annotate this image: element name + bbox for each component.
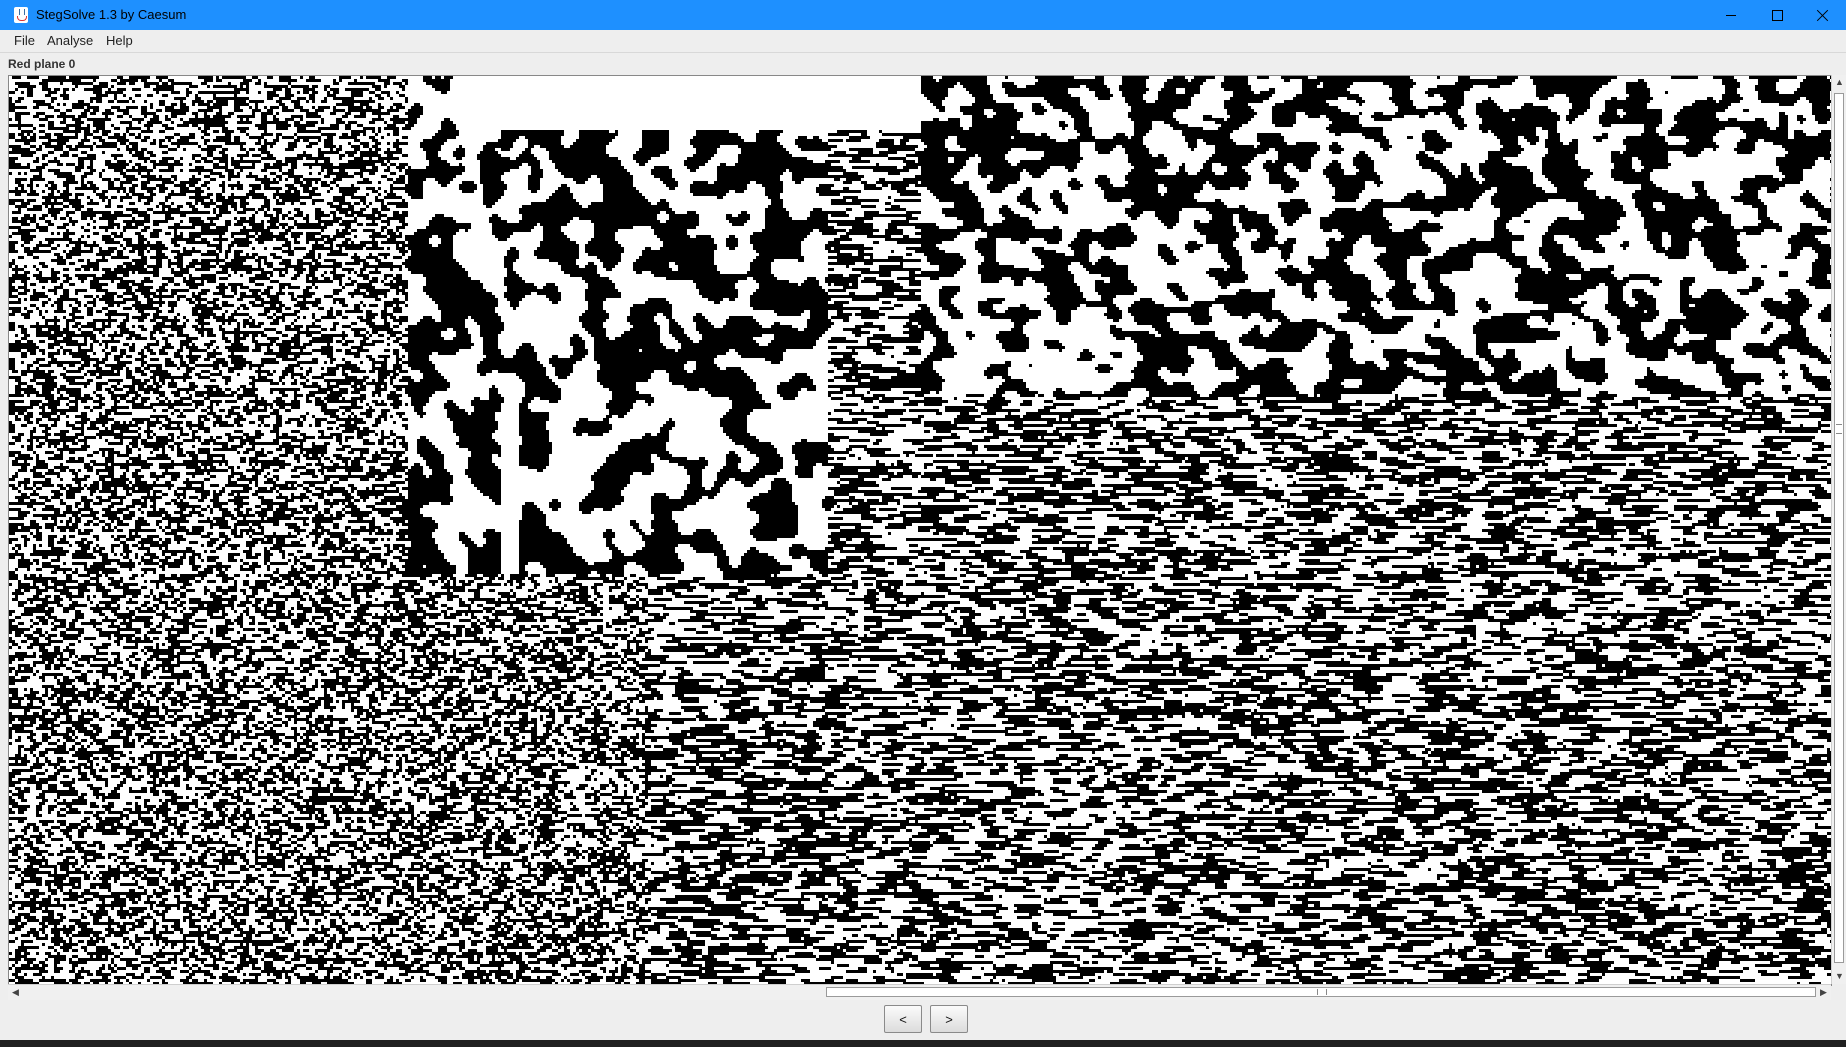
close-icon xyxy=(1817,9,1829,21)
previous-plane-button[interactable]: < xyxy=(884,1005,922,1033)
close-button[interactable] xyxy=(1800,0,1846,30)
title-bar[interactable]: StegSolve 1.3 by Caesum xyxy=(0,0,1846,30)
minimize-icon xyxy=(1726,15,1736,16)
vertical-scroll-thumb[interactable] xyxy=(1834,93,1844,963)
maximize-icon xyxy=(1772,10,1783,21)
scroll-grip-icon xyxy=(1836,424,1842,434)
minimize-button[interactable] xyxy=(1708,0,1754,30)
horizontal-scroll-thumb[interactable] xyxy=(826,987,1816,997)
menu-help[interactable]: Help xyxy=(104,33,135,48)
taskbar-edge xyxy=(0,1040,1846,1047)
stegsolve-window: StegSolve 1.3 by Caesum File Analyse Hel… xyxy=(0,0,1846,1040)
image-viewport[interactable] xyxy=(8,75,1832,986)
bit-plane-image xyxy=(9,76,1831,985)
menu-file[interactable]: File xyxy=(12,33,37,48)
horizontal-scrollbar[interactable]: ◀ ▶ xyxy=(8,984,1831,1000)
maximize-button[interactable] xyxy=(1754,0,1800,30)
steg-app-icon xyxy=(14,7,28,23)
next-plane-button[interactable]: > xyxy=(930,1005,968,1033)
scroll-grip-icon xyxy=(1317,989,1327,995)
navigation-bar: < > xyxy=(0,1000,1846,1040)
vertical-scrollbar[interactable]: ▲ ▼ xyxy=(1831,75,1846,984)
window-title: StegSolve 1.3 by Caesum xyxy=(36,7,187,22)
menu-bar: File Analyse Help xyxy=(0,30,1846,53)
bit-plane-label: Red plane 0 xyxy=(8,57,76,71)
scroll-right-arrow-icon[interactable]: ▶ xyxy=(1816,985,1831,1000)
scroll-down-arrow-icon[interactable]: ▼ xyxy=(1832,969,1846,984)
scroll-up-arrow-icon[interactable]: ▲ xyxy=(1832,75,1846,90)
menu-analyse[interactable]: Analyse xyxy=(45,33,95,48)
scroll-left-arrow-icon[interactable]: ◀ xyxy=(8,985,23,1000)
